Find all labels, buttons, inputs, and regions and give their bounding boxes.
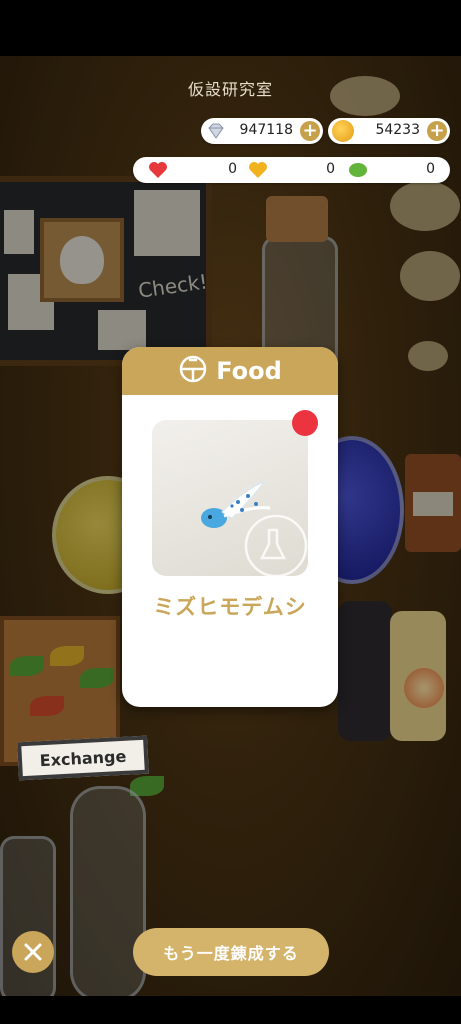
add-gems-button[interactable]: + [300,121,320,141]
red-heart-brain-icon [147,160,169,180]
exchange-sign: Exchange [17,735,149,781]
stat-yellow-value: 0 [326,161,335,177]
card-category-label: Food [216,357,282,385]
item-name: ミズヒモデムシ [153,595,307,619]
status-bar [0,0,461,56]
craft-again-button[interactable]: もう一度錬成する [133,928,329,976]
close-button[interactable] [12,931,54,973]
nav-bar [0,996,461,1024]
stat-red-value: 0 [228,161,237,177]
coin-count: 54233 [375,122,420,138]
result-card: Food ミズヒモデムシ [122,347,338,707]
gem-count: 947118 [239,122,293,138]
screen-title: 仮設研究室 [187,80,273,99]
close-icon [24,943,42,961]
coin-icon [332,120,354,142]
green-brain-icon [347,160,369,180]
new-badge [292,410,318,436]
stat-yellow: 0 [247,157,335,183]
food-bowl-icon [178,354,208,388]
diamond-icon [205,120,227,142]
add-coins-button[interactable]: + [427,121,447,141]
stat-green: 0 [347,157,435,183]
stat-bar: 0 0 0 [133,157,450,183]
bug-creature-icon [201,480,308,578]
stat-red: 0 [147,157,237,183]
yellow-heart-brain-icon [247,160,269,180]
stat-green-value: 0 [426,161,435,177]
coin-counter: 54233 + [328,118,450,144]
item-tile [152,420,308,578]
card-header: Food [122,347,338,395]
gem-counter: 947118 + [201,118,323,144]
